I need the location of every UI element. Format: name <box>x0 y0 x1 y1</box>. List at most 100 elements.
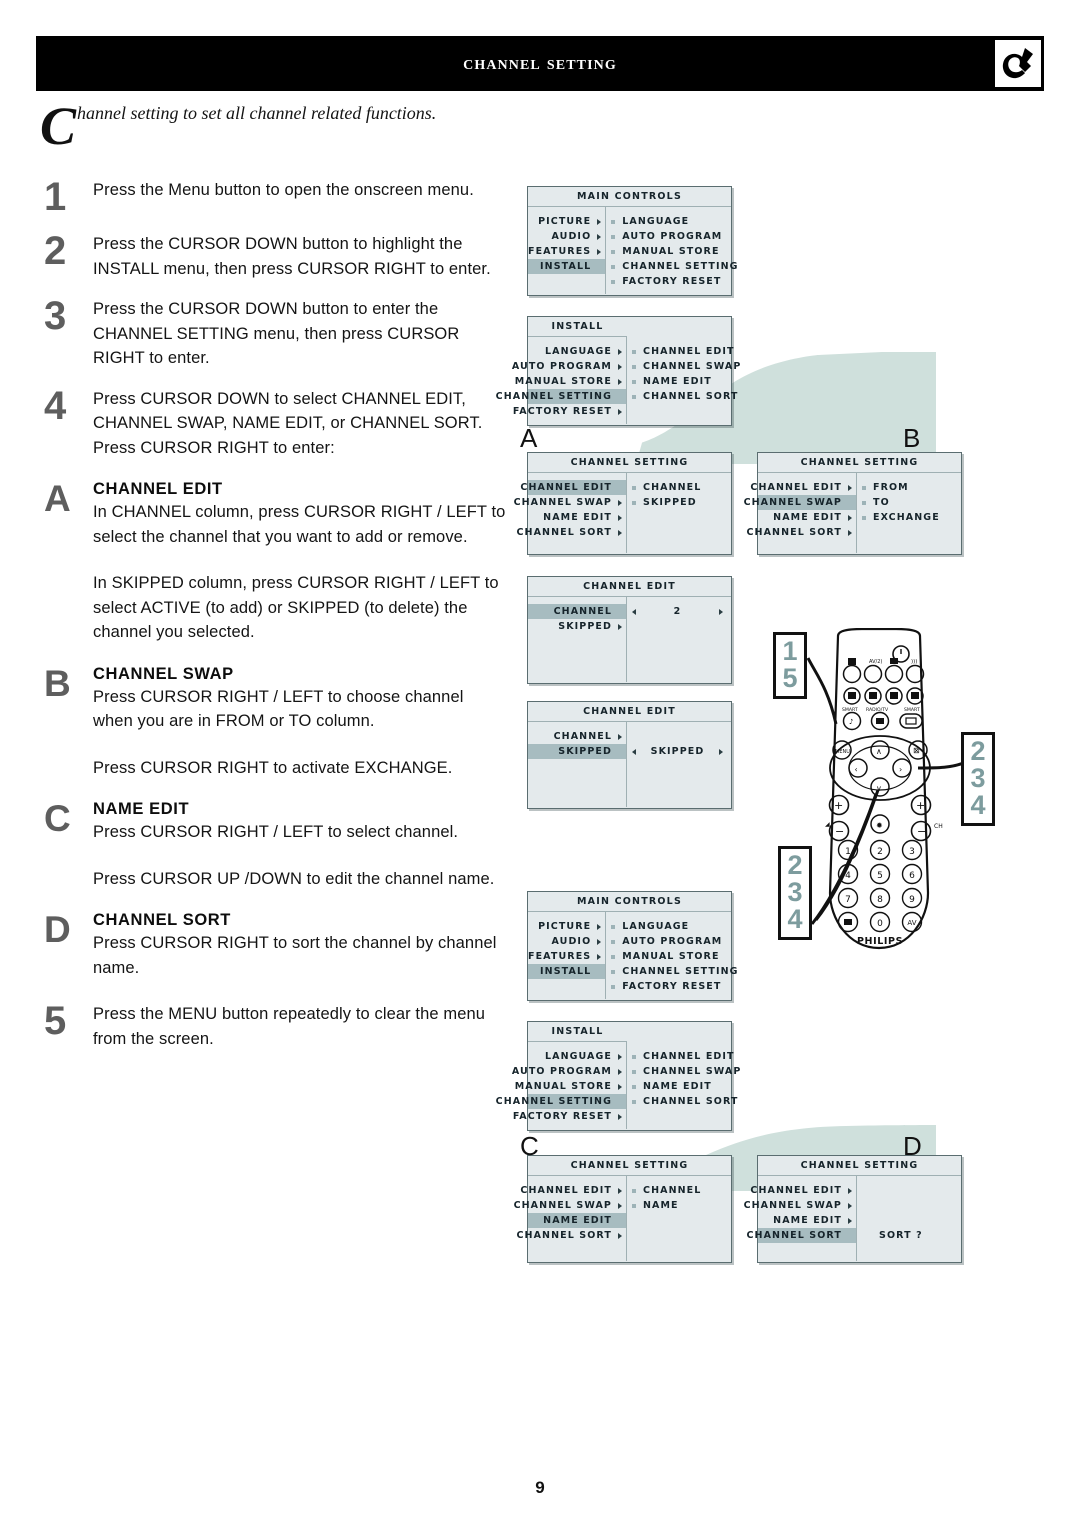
osd-item[interactable]: LANGUAGE <box>528 1049 626 1064</box>
osd-subitem[interactable]: CHANNEL <box>627 480 731 495</box>
panel-letter-d: D <box>903 1131 922 1161</box>
osd-value: 2 <box>673 606 682 617</box>
osd-item[interactable]: NAME EDIT <box>758 1213 856 1228</box>
osd-item[interactable]: AUDIO <box>528 229 605 244</box>
chevron-right-icon <box>597 233 602 240</box>
osd-subitem[interactable]: LANGUAGE <box>606 214 738 229</box>
osd-item[interactable]: CHANNEL <box>528 729 626 744</box>
svg-text:+: + <box>916 799 925 812</box>
step-letter: B <box>44 662 71 704</box>
osd-item[interactable]: FEATURES <box>528 949 605 964</box>
osd-value-stepper[interactable]: SKIPPED <box>627 744 731 759</box>
osd-item[interactable]: SKIPPED <box>528 619 626 634</box>
intro-text: hannel setting to set all channel relate… <box>77 103 437 123</box>
osd-item-selected[interactable]: SKIPPED <box>528 744 626 759</box>
step-text: Press CURSOR RIGHT / LEFT to select chan… <box>93 823 459 841</box>
osd-title: CHANNEL SETTING <box>758 453 961 473</box>
chevron-right-icon[interactable] <box>719 748 723 755</box>
osd-item[interactable]: PICTURE <box>528 919 605 934</box>
osd-subitem[interactable]: CHANNEL SETTING <box>606 259 738 274</box>
osd-item-selected[interactable]: CHANNEL SETTING <box>496 1094 626 1109</box>
callout-line: 3 <box>970 763 986 793</box>
svg-text:AV: AV <box>907 919 916 927</box>
section-heading: CHANNEL SWAP <box>93 664 234 683</box>
osd-channel-setting-c: CHANNEL SETTING CHANNEL EDIT CHANNEL SWA… <box>514 1155 732 1263</box>
osd-item[interactable]: CHANNEL SWAP <box>514 495 626 510</box>
step-letter: D <box>44 909 71 950</box>
chevron-right-icon <box>618 1083 622 1090</box>
osd-item-selected[interactable]: CHANNEL SETTING <box>496 389 626 404</box>
chevron-right-icon <box>597 218 602 225</box>
osd-item[interactable]: FACTORY RESET <box>513 404 626 419</box>
osd-item[interactable]: FEATURES <box>528 244 605 259</box>
step-c-name-edit: C NAME EDIT Press CURSOR RIGHT / LEFT to… <box>40 800 508 891</box>
instruction-steps: 1 Press the Menu button to open the onsc… <box>40 177 508 1067</box>
osd-item-selected[interactable]: INSTALL <box>528 964 606 979</box>
osd-item-selected[interactable]: NAME EDIT <box>528 1213 626 1228</box>
step-text: Press the MENU button repeatedly to clea… <box>93 1005 486 1048</box>
osd-item-selected[interactable]: CHANNEL <box>528 604 626 619</box>
osd-subitem[interactable]: TO <box>857 495 961 510</box>
osd-item[interactable]: AUDIO <box>528 934 605 949</box>
osd-item[interactable]: CHANNEL SWAP <box>744 1198 856 1213</box>
chevron-right-icon <box>597 248 602 255</box>
osd-item[interactable]: AUTO PROGRAM <box>512 359 626 374</box>
osd-subitem[interactable]: CHANNEL SWAP <box>627 1064 741 1079</box>
osd-item[interactable]: LANGUAGE <box>528 344 626 359</box>
osd-right-column: 2 <box>627 597 731 682</box>
osd-item[interactable]: CHANNEL EDIT <box>750 480 856 495</box>
chevron-right-icon <box>618 1068 622 1075</box>
osd-subitem[interactable]: CHANNEL SWAP <box>627 359 741 374</box>
osd-item[interactable]: FACTORY RESET <box>513 1109 626 1124</box>
osd-item-selected[interactable]: INSTALL <box>528 259 606 274</box>
osd-value-stepper[interactable]: 2 <box>627 604 731 619</box>
osd-subitem[interactable]: FROM <box>857 480 961 495</box>
chevron-right-icon <box>618 514 622 521</box>
osd-item[interactable]: MANUAL STORE <box>515 374 626 389</box>
osd-subitem[interactable]: LANGUAGE <box>606 919 738 934</box>
osd-item[interactable]: CHANNEL EDIT <box>520 1183 626 1198</box>
osd-item[interactable]: CHANNEL SORT <box>516 525 626 540</box>
osd-item-selected[interactable]: CHANNEL SORT <box>746 1228 856 1243</box>
osd-item[interactable]: MANUAL STORE <box>515 1079 626 1094</box>
osd-item[interactable]: AUTO PROGRAM <box>512 1064 626 1079</box>
osd-subitem[interactable]: NAME EDIT <box>627 1079 741 1094</box>
chevron-right-icon <box>618 378 622 385</box>
osd-subitem[interactable]: SKIPPED <box>627 495 731 510</box>
osd-subitem[interactable]: FACTORY RESET <box>606 979 738 994</box>
osd-subitem[interactable]: MANUAL STORE <box>606 949 738 964</box>
osd-item-selected[interactable]: CHANNEL EDIT <box>520 480 626 495</box>
osd-item[interactable]: CHANNEL EDIT <box>750 1183 856 1198</box>
osd-item-selected[interactable]: CHANNEL SWAP <box>744 495 856 510</box>
osd-title: CHANNEL SETTING <box>528 453 731 473</box>
osd-item[interactable]: CHANNEL SORT <box>746 525 856 540</box>
step-text: In SKIPPED column, press CURSOR RIGHT / … <box>93 574 499 641</box>
osd-subitem[interactable]: NAME EDIT <box>627 374 741 389</box>
chevron-right-icon[interactable] <box>719 608 723 615</box>
osd-subitem[interactable]: AUTO PROGRAM <box>606 229 738 244</box>
osd-value: SKIPPED <box>650 746 705 757</box>
osd-subitem[interactable]: FACTORY RESET <box>606 274 738 289</box>
svg-text:))): ))) <box>911 659 917 665</box>
osd-item[interactable]: NAME EDIT <box>758 510 856 525</box>
osd-subitem[interactable]: AUTO PROGRAM <box>606 934 738 949</box>
osd-subitem[interactable]: CHANNEL SETTING <box>606 964 738 979</box>
osd-subitem[interactable]: EXCHANGE <box>857 510 961 525</box>
bullet-icon <box>862 515 866 520</box>
osd-subitem[interactable]: CHANNEL EDIT <box>627 344 741 359</box>
osd-subitem[interactable]: CHANNEL EDIT <box>627 1049 741 1064</box>
osd-item[interactable]: PICTURE <box>528 214 605 229</box>
osd-item[interactable]: NAME EDIT <box>528 510 626 525</box>
chevron-right-icon <box>618 499 622 506</box>
svg-text:CH: CH <box>934 823 943 830</box>
osd-subitem[interactable]: CHANNEL SORT <box>627 1094 741 1109</box>
osd-item[interactable]: CHANNEL SORT <box>516 1228 626 1243</box>
osd-subitem[interactable]: MANUAL STORE <box>606 244 738 259</box>
section-heading: CHANNEL SORT <box>93 911 231 929</box>
osd-subitem[interactable]: CHANNEL SORT <box>627 389 741 404</box>
bullet-icon <box>632 394 636 399</box>
osd-subitem[interactable]: CHANNEL <box>627 1183 731 1198</box>
callout-line: 2 <box>787 850 803 880</box>
osd-item[interactable]: CHANNEL SWAP <box>514 1198 626 1213</box>
osd-subitem[interactable]: NAME <box>627 1198 731 1213</box>
